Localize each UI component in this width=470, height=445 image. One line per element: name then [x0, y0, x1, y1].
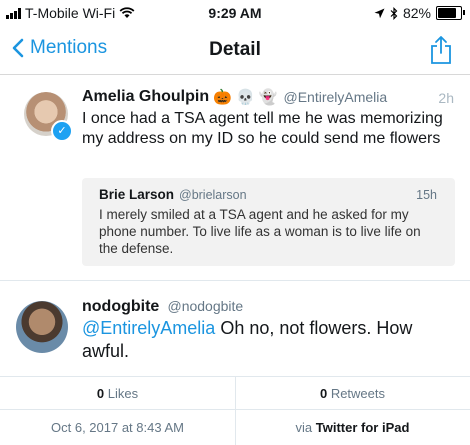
battery-icon [436, 6, 465, 20]
battery-percent: 82% [402, 5, 431, 21]
bluetooth-icon [390, 6, 398, 20]
tweet-text: I once had a TSA agent tell me he was me… [82, 110, 443, 147]
status-right: 82% [374, 5, 465, 21]
reply-header: nodogbite @nodogbite [82, 298, 243, 316]
tweet-header: Amelia Ghoulpin 🎃 💀 👻 @EntirelyAmelia [82, 88, 462, 106]
status-bar: T-Mobile Wi-Fi 9:29 AM 82% [0, 0, 470, 26]
location-arrow-icon [374, 8, 385, 18]
name-emojis: 🎃 💀 👻 [213, 89, 278, 106]
share-icon [431, 36, 451, 64]
reply-author-name[interactable]: nodogbite [82, 298, 159, 315]
verified-badge-icon: ✓ [51, 120, 73, 142]
battery-fill [438, 8, 457, 18]
tweet-source: via Twitter for iPad [235, 420, 470, 435]
quoted-tweet[interactable]: Brie Larson @brielarson 15h I merely smi… [82, 178, 455, 266]
mention-link[interactable]: @EntirelyAmelia [82, 318, 215, 338]
reply-text: @EntirelyAmelia Oh no, not flowers. How … [82, 317, 452, 363]
likes-label: Likes [104, 386, 139, 401]
via-app[interactable]: Twitter for iPad [316, 420, 410, 435]
page-title: Detail [209, 39, 261, 60]
avatar[interactable] [16, 301, 68, 353]
author-name[interactable]: Amelia Ghoulpin [82, 88, 209, 106]
tweet-date: Oct 6, 2017 at 8:43 AM [51, 420, 184, 435]
reply-author-handle[interactable]: @nodogbite [167, 298, 243, 314]
nav-bar: Mentions Detail [0, 26, 470, 75]
likes-stat[interactable]: 0 Likes [0, 386, 235, 401]
quoted-author-name: Brie Larson [99, 187, 175, 202]
author-handle[interactable]: @EntirelyAmelia [284, 89, 388, 105]
retweets-stat[interactable]: 0 Retweets [235, 386, 470, 401]
retweets-label: Retweets [327, 386, 386, 401]
main-tweet[interactable]: ✓ Amelia Ghoulpin 🎃 💀 👻 @EntirelyAmelia … [0, 75, 470, 281]
tweet-meta: Oct 6, 2017 at 8:43 AM via Twitter for i… [0, 410, 470, 445]
via-prefix: via [295, 420, 316, 435]
reply-tweet[interactable]: nodogbite @nodogbite @EntirelyAmelia Oh … [0, 281, 470, 377]
share-button[interactable] [430, 35, 452, 70]
quoted-author-handle: @brielarson [179, 188, 247, 202]
quoted-text: I merely smiled at a TSA agent and he as… [99, 207, 421, 256]
quoted-time: 15h [416, 188, 437, 202]
tweet-time: 2h [438, 90, 454, 106]
tweet-stats: 0 Likes 0 Retweets [0, 377, 470, 410]
